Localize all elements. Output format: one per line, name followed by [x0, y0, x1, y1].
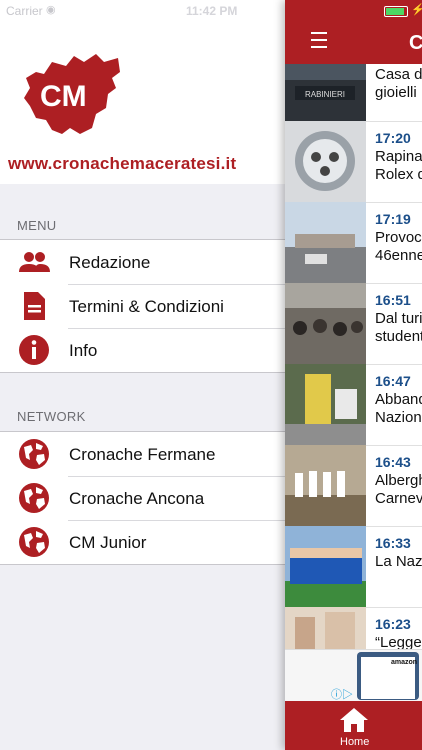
clock: 11:42 PM [186, 4, 238, 18]
svg-text:RABINIERI: RABINIERI [305, 90, 345, 99]
main-app-panel[interactable]: ⚡ C RABINIERI Casa d gioielli 17:20 Rapi… [285, 0, 422, 750]
news-item[interactable]: 17:20 Rapina Rolex d [285, 121, 422, 203]
news-title: Casa d gioielli [375, 66, 422, 101]
menu-item-redazione[interactable]: Redazione [0, 240, 290, 284]
news-thumbnail [285, 364, 366, 445]
news-thumbnail [285, 445, 366, 526]
menu-item-termini[interactable]: Termini & Condizioni [0, 284, 290, 328]
news-title: Dal turi student [375, 310, 422, 345]
news-time: 17:19 [375, 211, 411, 227]
news-title: Albergh Carnev [375, 472, 422, 507]
home-icon[interactable] [339, 707, 369, 733]
news-title: “Legge [375, 634, 422, 649]
news-time: 16:43 [375, 454, 411, 470]
news-feed[interactable]: RABINIERI Casa d gioielli 17:20 Rapina R… [285, 64, 422, 649]
news-item[interactable]: 17:19 Provoc 46enne [285, 202, 422, 284]
site-url[interactable]: www.cronachemaceratesi.it [8, 154, 236, 174]
news-item[interactable]: 16:47 Abband Nazion [285, 364, 422, 446]
network-group: Cronache Fermane Cronache Ancona CM Juni… [0, 431, 290, 565]
menu-item-info[interactable]: Info [0, 328, 290, 372]
menu-section-title: MENU [17, 218, 57, 233]
menu-item-label: Info [69, 341, 98, 360]
hamburger-menu-icon[interactable] [311, 32, 327, 50]
document-icon [24, 292, 45, 320]
news-item[interactable]: 16:23 “Legge [285, 607, 422, 649]
news-thumbnail: RABINIERI [285, 64, 366, 121]
battery-icon [384, 6, 408, 17]
news-time: 16:51 [375, 292, 411, 308]
news-thumbnail [285, 607, 366, 649]
carrier-label: Carrier [6, 4, 43, 18]
news-thumbnail [285, 526, 366, 607]
tab-home-label[interactable]: Home [340, 736, 369, 748]
news-thumbnail [285, 202, 366, 283]
news-item[interactable]: 16:51 Dal turi student [285, 283, 422, 365]
nav-bar: C [285, 20, 422, 64]
nav-title: C [409, 32, 422, 54]
news-title: La Naz [375, 553, 422, 570]
wifi-icon: ◉ [46, 4, 56, 16]
news-time: 16:23 [375, 616, 411, 632]
news-item[interactable]: 16:43 Albergh Carnev [285, 445, 422, 527]
brand-header: CM www.cronachemaceratesi.it [0, 20, 290, 184]
network-item-label: Cronache Ancona [69, 489, 205, 508]
network-item-cm-junior[interactable]: CM Junior [0, 520, 290, 564]
news-time: 16:33 [375, 535, 411, 551]
news-time: 16:47 [375, 373, 411, 389]
network-item-label: Cronache Fermane [69, 445, 216, 464]
news-thumbnail [285, 283, 366, 364]
charging-icon: ⚡ [411, 4, 422, 16]
news-time: 17:20 [375, 130, 411, 146]
news-thumbnail [285, 121, 366, 202]
info-icon [19, 335, 49, 365]
ad-brand: amazon [391, 659, 418, 666]
tab-bar: Home [285, 701, 422, 750]
news-title: Provoc 46enne [375, 229, 422, 264]
status-bar-right: ⚡ [285, 0, 422, 20]
news-title: Abband Nazion [375, 391, 422, 426]
logo-text: CM [40, 80, 87, 113]
news-title: Rapina Rolex d [375, 148, 422, 183]
status-bar: Carrier ◉ 11:42 PM [0, 0, 290, 20]
people-icon [19, 252, 50, 272]
network-section-title: NETWORK [17, 409, 86, 424]
network-item-cronache-ancona[interactable]: Cronache Ancona [0, 476, 290, 520]
network-item-cronache-fermane[interactable]: Cronache Fermane [0, 432, 290, 476]
side-menu: Carrier ◉ 11:42 PM CM www.cronachemacera… [0, 0, 290, 750]
globe-icon [19, 483, 49, 513]
menu-item-label: Redazione [69, 253, 151, 272]
news-item[interactable]: 16:33 La Naz [285, 526, 422, 608]
globe-icon [19, 527, 49, 557]
adchoices-icon[interactable]: ⓘ▷ [331, 686, 353, 702]
news-item[interactable]: RABINIERI Casa d gioielli [285, 64, 422, 122]
menu-group: Redazione Termini & Condizioni Info [0, 239, 290, 373]
cm-logo: CM [24, 54, 120, 134]
menu-item-label: Termini & Condizioni [69, 297, 224, 316]
network-item-label: CM Junior [69, 533, 147, 552]
ad-phone-image: amazon [357, 652, 419, 700]
ad-banner[interactable]: amazon ⓘ▷ [285, 649, 422, 702]
globe-icon [19, 439, 49, 469]
